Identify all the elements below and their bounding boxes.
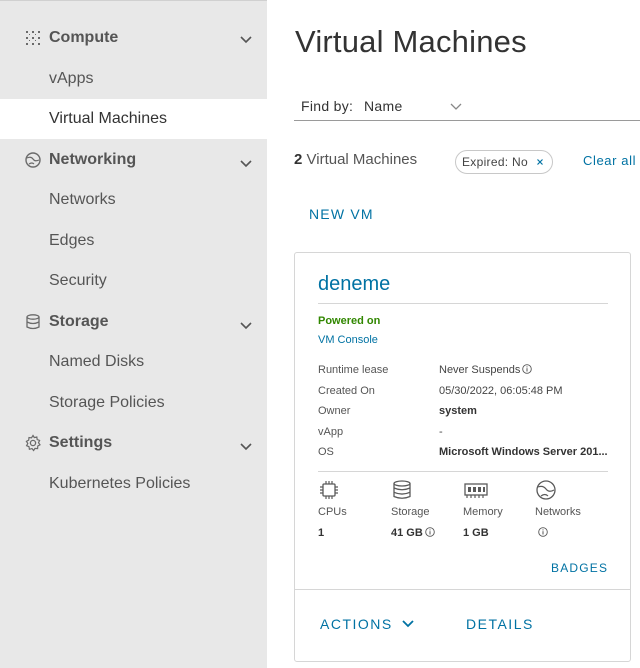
property-owner: Owner system	[318, 405, 608, 423]
actions-dropdown[interactable]: ACTIONS	[320, 616, 415, 632]
info-icon[interactable]	[522, 364, 533, 374]
property-value: 05/30/2022, 06:05:48 PM	[439, 385, 563, 397]
resource-label: Storage	[391, 506, 430, 518]
sidebar-item-kubernetes-policies[interactable]: Kubernetes Policies	[0, 464, 267, 504]
sidebar-item-label: Security	[49, 272, 107, 289]
sidebar-item-label: Networks	[49, 191, 116, 208]
memory-module-icon	[464, 483, 488, 498]
vm-card: deneme Powered on VM Console Runtime lea…	[294, 252, 631, 662]
storage-database-icon	[393, 480, 411, 499]
close-icon[interactable]	[534, 156, 546, 168]
property-key: Owner	[318, 405, 351, 417]
sidebar-item-label: Storage Policies	[49, 394, 165, 411]
sidebar-item-label: Named Disks	[49, 353, 145, 370]
property-value: Never Suspends	[439, 364, 533, 376]
runtime-lease-value: Never Suspends	[439, 364, 521, 376]
chevron-down-icon[interactable]	[239, 439, 253, 453]
resource-label: Memory	[463, 506, 503, 518]
find-by-label: Find by:	[301, 98, 354, 114]
storage-database-icon	[26, 314, 40, 330]
vm-console-link[interactable]: VM Console	[318, 334, 378, 346]
sidebar-item-networks[interactable]: Networks	[0, 180, 267, 220]
info-icon[interactable]	[425, 527, 435, 537]
sidebar-group-label: Settings	[49, 434, 113, 451]
resource-value: 41 GB	[391, 527, 435, 539]
chevron-down-icon	[450, 103, 462, 110]
property-value: system	[439, 405, 477, 417]
property-key: OS	[318, 446, 334, 458]
networking-globe-icon	[536, 480, 556, 500]
compute-grid-icon	[26, 31, 40, 45]
settings-gear-icon	[25, 434, 41, 452]
details-button[interactable]: DETAILS	[466, 616, 534, 632]
find-by-select[interactable]: Find by: Name	[294, 92, 640, 121]
sidebar-item-security[interactable]: Security	[0, 261, 267, 301]
main-content: Virtual Machines Find by: Name 2 Virtual…	[267, 0, 640, 668]
chevron-down-icon[interactable]	[239, 156, 253, 170]
chevron-down-icon[interactable]	[239, 32, 253, 46]
resource-value: 1	[318, 527, 325, 539]
divider	[318, 303, 608, 304]
vm-count-number: 2	[294, 151, 303, 168]
filter-chip-label: Expired: No	[462, 155, 528, 169]
sidebar-item-storage-policies[interactable]: Storage Policies	[0, 383, 267, 423]
find-by-value: Name	[364, 98, 403, 114]
cpu-chip-icon	[320, 481, 338, 499]
sidebar-group-compute[interactable]: Compute	[0, 18, 267, 58]
clear-all-link[interactable]: Clear all	[583, 153, 636, 168]
chevron-down-icon	[402, 620, 414, 628]
power-status: Powered on	[318, 315, 381, 327]
sidebar-item-label: Kubernetes Policies	[49, 475, 191, 492]
vm-name-link[interactable]: deneme	[318, 273, 390, 296]
property-key: Runtime lease	[318, 364, 389, 376]
sidebar-group-label: Storage	[49, 313, 109, 330]
resource-value	[535, 527, 548, 539]
property-key: Created On	[318, 385, 375, 397]
sidebar-group-networking[interactable]: Networking	[0, 140, 267, 180]
property-key: vApp	[318, 426, 344, 438]
property-runtime-lease: Runtime lease Never Suspends	[318, 364, 608, 382]
page-title: Virtual Machines	[295, 24, 527, 59]
property-vapp: vApp -	[318, 426, 608, 444]
divider	[295, 589, 630, 590]
sidebar-group-label: Compute	[49, 29, 119, 46]
divider	[318, 471, 608, 472]
sidebar-group-storage[interactable]: Storage	[0, 302, 267, 342]
sidebar-group-settings[interactable]: Settings	[0, 423, 267, 463]
property-value: Microsoft Windows Server 201...	[439, 446, 608, 458]
vm-count: 2 Virtual Machines	[294, 151, 417, 168]
sidebar-group-label: Networking	[49, 151, 137, 168]
sidebar-item-edges[interactable]: Edges	[0, 221, 267, 261]
new-vm-button[interactable]: NEW VM	[309, 206, 374, 222]
sidebar-item-label: Edges	[49, 232, 95, 249]
resource-value: 1 GB	[463, 527, 489, 539]
sidebar-item-virtual-machines[interactable]: Virtual Machines	[0, 99, 267, 139]
networking-globe-icon	[25, 152, 41, 168]
badges-button[interactable]: BADGES	[551, 561, 608, 575]
storage-value-text: 41 GB	[391, 527, 423, 539]
resource-label: Networks	[535, 506, 581, 518]
sidebar-item-label: vApps	[49, 70, 94, 87]
filter-chip-expired: Expired: No	[455, 150, 553, 174]
resource-label: CPUs	[318, 506, 347, 518]
sidebar-item-vapps[interactable]: vApps	[0, 59, 267, 99]
info-icon[interactable]	[538, 527, 548, 537]
actions-label: ACTIONS	[320, 616, 393, 632]
sidebar: Compute vApps Virtual Machines Networkin…	[0, 0, 267, 668]
property-created-on: Created On 05/30/2022, 06:05:48 PM	[318, 385, 608, 403]
vm-count-label: Virtual Machines	[306, 151, 418, 168]
sidebar-item-named-disks[interactable]: Named Disks	[0, 342, 267, 382]
property-os: OS Microsoft Windows Server 201...	[318, 446, 608, 464]
chevron-down-icon[interactable]	[239, 318, 253, 332]
property-value: -	[439, 426, 443, 438]
sidebar-item-label: Virtual Machines	[49, 110, 167, 127]
